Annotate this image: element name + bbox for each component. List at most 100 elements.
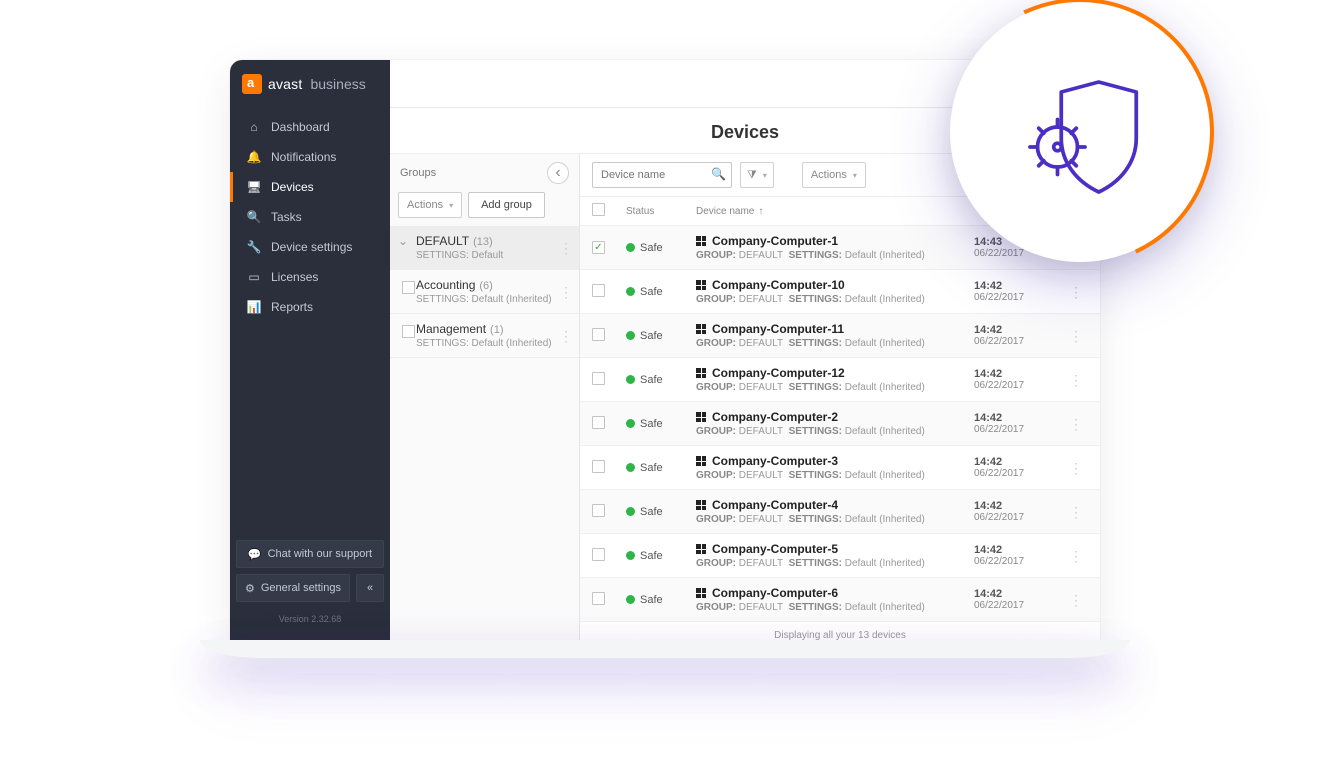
device-name: Company-Computer-3 [712,454,838,468]
row-checkbox[interactable] [592,460,605,473]
kebab-menu-icon[interactable]: ⋮ [1064,554,1088,558]
brand-name: avast [268,76,302,92]
table-row[interactable]: Safe Company-Computer-10 GROUP: DEFAULT … [580,270,1100,314]
search-icon: 🔍 [247,210,261,224]
kebab-menu-icon[interactable]: ⋮ [1064,510,1088,514]
sort-asc-icon: ↑ [758,206,763,217]
device-time: 14:42 [974,324,1064,336]
collapse-sidebar-button[interactable]: « [356,574,384,602]
sidebar-item-licenses[interactable]: ▭Licenses [230,262,390,292]
status-dot-icon [626,287,635,296]
select-all-checkbox[interactable] [592,203,605,216]
home-icon: ⌂ [247,120,261,134]
group-item[interactable]: Accounting(6)SETTINGS: Default (Inherite… [390,270,579,314]
status-label: Safe [640,374,663,386]
kebab-menu-icon[interactable]: ⋮ [1064,466,1088,470]
device-date: 06/22/2017 [974,512,1064,523]
device-name: Company-Computer-2 [712,410,838,424]
device-time: 14:42 [974,456,1064,468]
windows-icon [696,500,706,510]
feature-badge [950,2,1210,262]
chevron-down-icon: ▾ [763,171,767,180]
devices-actions-dropdown[interactable]: Actions ▾ [802,162,866,188]
device-name: Company-Computer-5 [712,542,838,556]
chat-icon: 💬 [248,548,262,561]
device-meta: GROUP: DEFAULT SETTINGS: Default (Inheri… [696,250,974,261]
row-checkbox[interactable]: ✓ [592,241,605,254]
sidebar-item-reports[interactable]: 📊Reports [230,292,390,322]
table-row[interactable]: Safe Company-Computer-5 GROUP: DEFAULT S… [580,534,1100,578]
table-row[interactable]: Safe Company-Computer-11 GROUP: DEFAULT … [580,314,1100,358]
search-icon: 🔍 [711,167,726,181]
kebab-menu-icon[interactable]: ⋮ [559,246,573,250]
row-checkbox[interactable] [592,548,605,561]
device-meta: GROUP: DEFAULT SETTINGS: Default (Inheri… [696,470,974,481]
status-label: Safe [640,242,663,254]
windows-icon [696,456,706,466]
sidebar-item-label: Device settings [271,240,352,254]
device-date: 06/22/2017 [974,424,1064,435]
sidebar-item-dashboard[interactable]: ⌂ Dashboard [230,112,390,142]
bar-chart-icon: 📊 [247,300,261,314]
chat-support-button[interactable]: 💬 Chat with our support [236,540,384,568]
add-group-button[interactable]: Add group [468,192,545,218]
table-row[interactable]: Safe Company-Computer-4 GROUP: DEFAULT S… [580,490,1100,534]
filter-button[interactable]: ⧩ ▾ [740,162,774,188]
group-item[interactable]: DEFAULT(13)SETTINGS: Default⋮ [390,226,579,270]
group-item[interactable]: Management(1)SETTINGS: Default (Inherite… [390,314,579,358]
groups-actions-dropdown[interactable]: Actions ▾ [398,192,462,218]
general-settings-button[interactable]: ⚙ General settings [236,574,350,602]
device-name: Company-Computer-6 [712,586,838,600]
col-device-name[interactable]: Device name ↑ [696,206,974,217]
monitor-icon: 🖥 [247,180,261,194]
sidebar-item-label: Devices [271,180,314,194]
sidebar-item-devices[interactable]: 🖥 Devices [230,172,390,202]
sidebar-item-label: Dashboard [271,120,330,134]
group-name: Accounting [416,278,475,292]
device-name: Company-Computer-4 [712,498,838,512]
group-count: (1) [490,324,503,336]
status-dot-icon [626,375,635,384]
device-date: 06/22/2017 [974,292,1064,303]
kebab-menu-icon[interactable]: ⋮ [1064,378,1088,382]
collapse-groups-button[interactable]: ‹ [547,162,569,184]
windows-icon [696,588,706,598]
row-checkbox[interactable] [592,372,605,385]
row-checkbox[interactable] [592,416,605,429]
sidebar-item-tasks[interactable]: 🔍Tasks [230,202,390,232]
windows-icon [696,280,706,290]
kebab-menu-icon[interactable]: ⋮ [559,290,573,294]
col-status[interactable]: Status [626,206,696,217]
table-row[interactable]: Safe Company-Computer-6 GROUP: DEFAULT S… [580,578,1100,622]
device-time: 14:42 [974,368,1064,380]
groups-title: Groups [400,167,436,179]
group-count: (6) [479,280,492,292]
device-meta: GROUP: DEFAULT SETTINGS: Default (Inheri… [696,602,974,613]
status-dot-icon [626,419,635,428]
kebab-menu-icon[interactable]: ⋮ [1064,334,1088,338]
windows-icon [696,544,706,554]
row-checkbox[interactable] [592,328,605,341]
sidebar-item-device-settings[interactable]: 🔧 Device settings [230,232,390,262]
group-settings: SETTINGS: Default (Inherited) [416,338,569,349]
table-row[interactable]: Safe Company-Computer-12 GROUP: DEFAULT … [580,358,1100,402]
virus-shield-icon [1005,57,1155,207]
kebab-menu-icon[interactable]: ⋮ [559,334,573,338]
kebab-menu-icon[interactable]: ⋮ [1064,422,1088,426]
table-row[interactable]: Safe Company-Computer-2 GROUP: DEFAULT S… [580,402,1100,446]
status-cell: Safe [626,506,696,518]
sidebar-item-notifications[interactable]: 🔔Notifications [230,142,390,172]
windows-icon [696,236,706,246]
status-dot-icon [626,595,635,604]
row-checkbox[interactable] [592,504,605,517]
status-cell: Safe [626,286,696,298]
kebab-menu-icon[interactable]: ⋮ [1064,598,1088,602]
wrench-icon: 🔧 [247,240,261,254]
device-name: Company-Computer-1 [712,234,838,248]
device-name: Company-Computer-12 [712,366,845,380]
row-checkbox[interactable] [592,284,605,297]
row-checkbox[interactable] [592,592,605,605]
chevron-down-icon: ▾ [449,201,453,210]
table-row[interactable]: Safe Company-Computer-3 GROUP: DEFAULT S… [580,446,1100,490]
kebab-menu-icon[interactable]: ⋮ [1064,290,1088,294]
